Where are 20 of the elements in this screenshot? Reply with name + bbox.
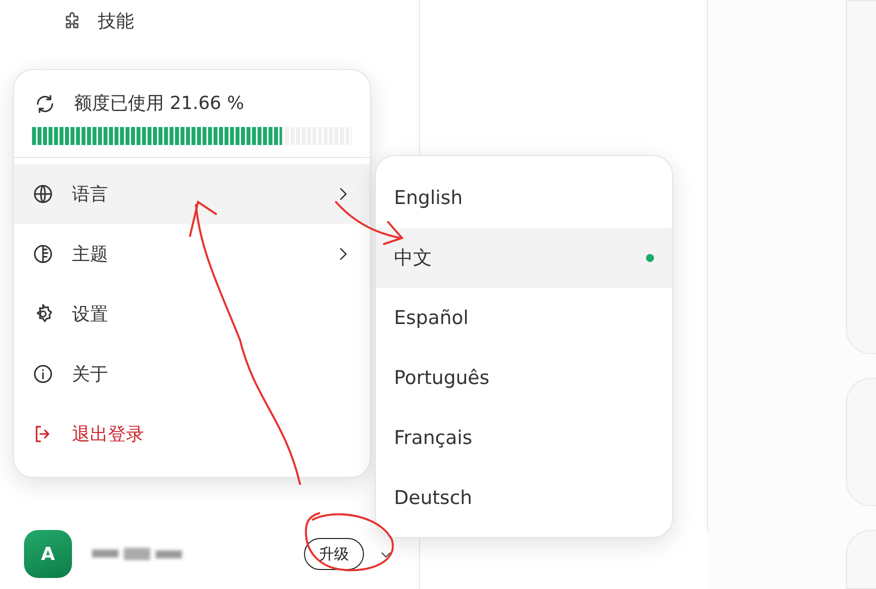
menu-item[interactable]: 退出登录 [14, 404, 370, 464]
language-option[interactable]: Français [376, 408, 672, 468]
language-option[interactable]: 中文 [376, 228, 672, 288]
upgrade-button[interactable]: 升级 [304, 538, 364, 570]
menu-item[interactable]: 关于 [14, 344, 370, 404]
globe-icon [32, 183, 54, 205]
theme-icon [32, 243, 54, 265]
language-option[interactable]: English [376, 168, 672, 228]
menu-item[interactable]: 设置 [14, 284, 370, 344]
menu-item[interactable]: 主题 [14, 224, 370, 284]
avatar[interactable]: A [24, 530, 72, 578]
selected-dot-icon [646, 254, 654, 262]
info-icon [32, 363, 54, 385]
sidebar-item[interactable]: 技能 [0, 0, 419, 35]
language-option[interactable]: Español [376, 288, 672, 348]
menu-item[interactable]: 语言 [14, 164, 370, 224]
refresh-icon [34, 92, 56, 114]
language-option[interactable]: Português [376, 348, 672, 408]
quota-label: 额度已使用 21.66 % [74, 92, 244, 116]
language-option[interactable]: Deutsch [376, 468, 672, 528]
